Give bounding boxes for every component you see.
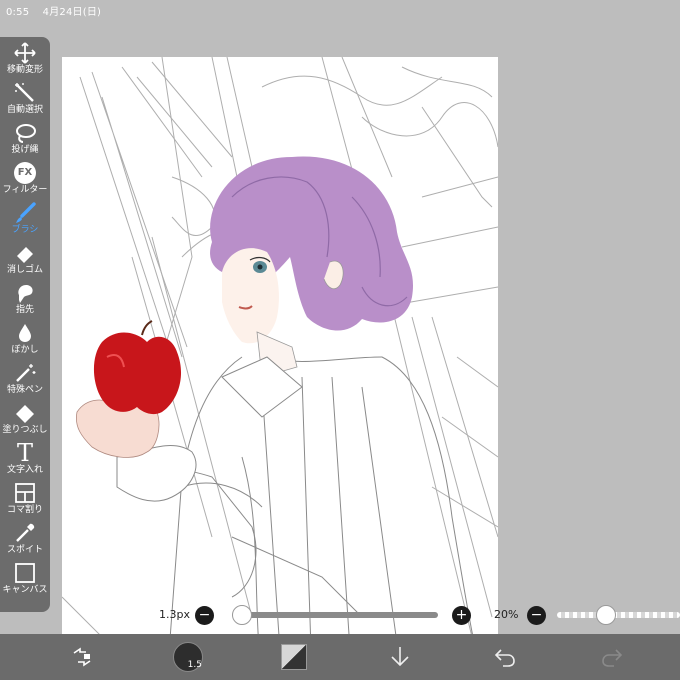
tool-magic[interactable]: 自動選択 — [0, 81, 50, 121]
tool-move[interactable]: 移動変形 — [0, 41, 50, 81]
opacity-value: 20% — [494, 608, 519, 621]
tool-label: ブラシ — [11, 225, 39, 235]
tool-filter[interactable]: FX フィルター — [0, 161, 50, 201]
text-icon: T — [16, 439, 33, 467]
undo-icon[interactable] — [485, 634, 525, 680]
tool-special[interactable]: 特殊ペン — [0, 361, 50, 401]
tool-label: 塗りつぶし — [2, 425, 48, 435]
swap-transform-icon[interactable] — [62, 634, 102, 680]
brush-icon — [13, 201, 37, 225]
fill-bucket-icon — [13, 401, 37, 425]
tool-label: キャンバス — [2, 585, 48, 595]
opacity-slider-track[interactable] — [557, 612, 680, 618]
tool-lasso[interactable]: 投げ縄 — [0, 121, 50, 161]
apple — [93, 320, 182, 415]
brush-size-increase-button[interactable]: + — [452, 606, 471, 625]
blur-drop-icon — [13, 321, 37, 345]
brush-size-badge: 1.5 — [187, 660, 202, 670]
tool-blur[interactable]: ぼかし — [0, 321, 50, 361]
tool-label: フィルター — [2, 185, 48, 195]
brush-preview-icon[interactable]: 1.5 — [166, 634, 210, 680]
move-transform-icon — [13, 41, 37, 65]
tool-label: 消しゴム — [6, 265, 43, 275]
special-pen-icon — [13, 361, 37, 385]
drawing-canvas[interactable] — [62, 57, 498, 680]
artwork — [62, 57, 498, 680]
down-arrow-icon[interactable] — [380, 634, 420, 680]
tool-frame[interactable]: コマ割り — [0, 481, 50, 521]
tool-label: 指先 — [15, 305, 34, 315]
brush-size-slider-track[interactable] — [232, 612, 438, 618]
tool-dropper[interactable]: スポイト — [0, 521, 50, 561]
finger-icon — [13, 281, 37, 305]
brush-size-value: 1.3px — [159, 608, 190, 621]
tool-label: 投げ縄 — [11, 145, 39, 155]
tool-label: ぼかし — [11, 345, 39, 355]
color-swatch-icon[interactable] — [272, 634, 316, 680]
tool-text[interactable]: T 文字入れ — [0, 441, 50, 481]
eyedropper-icon — [13, 521, 37, 545]
tool-label: スポイト — [6, 545, 43, 555]
canvas-icon — [13, 561, 37, 585]
tool-canvas[interactable]: キャンバス — [0, 561, 50, 601]
eraser-icon — [13, 241, 37, 265]
redo-icon[interactable] — [592, 634, 632, 680]
tool-brush[interactable]: ブラシ — [0, 201, 50, 241]
tool-eraser[interactable]: 消しゴム — [0, 241, 50, 281]
tool-fill[interactable]: 塗りつぶし — [0, 401, 50, 441]
tool-label: 自動選択 — [6, 105, 43, 115]
status-date: 4月24日(日) — [42, 7, 102, 18]
lasso-icon — [13, 121, 37, 145]
status-bar: 0:55 4月24日(日) — [0, 0, 680, 18]
brush-size-decrease-button[interactable]: − — [195, 606, 214, 625]
tool-finger[interactable]: 指先 — [0, 281, 50, 321]
bottom-bar: 1.5 — [0, 634, 680, 680]
tool-label: コマ割り — [6, 505, 43, 515]
frame-divider-icon — [13, 481, 37, 505]
fx-icon: FX — [13, 161, 37, 185]
magic-wand-icon — [13, 81, 37, 105]
status-time: 0:55 — [6, 7, 30, 18]
tool-label: 文字入れ — [6, 465, 43, 475]
figure-sketch — [121, 356, 483, 680]
opacity-decrease-button[interactable]: − — [527, 606, 546, 625]
opacity-slider-knob[interactable] — [596, 605, 617, 625]
tool-palette: 移動変形自動選択投げ縄 FX フィルターブラシ消しゴム指先ぼかし特殊ペン塗りつぶし T… — [0, 37, 50, 612]
tool-label: 特殊ペン — [6, 385, 43, 395]
tool-label: 移動変形 — [6, 65, 43, 75]
face — [222, 248, 279, 344]
